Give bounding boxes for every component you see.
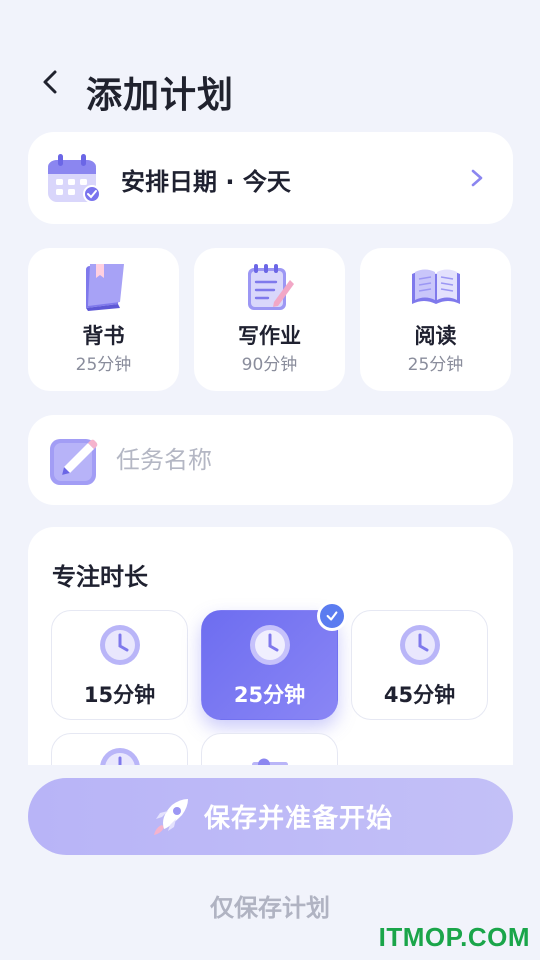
save-plan-only-link[interactable]: 仅保存计划 bbox=[0, 888, 540, 923]
section-title: 专注时长 bbox=[52, 563, 148, 591]
book-icon bbox=[85, 264, 124, 311]
calendar-icon bbox=[48, 154, 101, 203]
duration-option-25[interactable]: 25分钟 bbox=[201, 601, 347, 720]
date-selector[interactable]: 安排日期 · 今天 bbox=[28, 132, 513, 224]
edit-icon bbox=[50, 439, 98, 485]
template-duration: 25分钟 bbox=[407, 355, 464, 375]
focus-duration-card: 专注时长 15分钟 25分钟 45分钟 bbox=[28, 527, 513, 787]
chevron-left-icon bbox=[43, 70, 57, 94]
task-name-card bbox=[28, 415, 513, 505]
template-duration: 25分钟 bbox=[75, 355, 132, 375]
template-name: 背书 bbox=[82, 324, 125, 348]
date-label: 安排日期 · 今天 bbox=[121, 168, 291, 196]
open-book-icon bbox=[411, 269, 460, 304]
task-name-input[interactable] bbox=[116, 439, 486, 481]
page-title: 添加计划 bbox=[86, 75, 235, 116]
template-name: 阅读 bbox=[414, 324, 457, 348]
watermark-text: ITMOP.COM bbox=[378, 922, 530, 952]
primary-button-label: 保存并准备开始 bbox=[203, 804, 393, 834]
duration-label: 45分钟 bbox=[383, 683, 456, 707]
rocket-icon bbox=[153, 798, 188, 835]
duration-option-45[interactable]: 45分钟 bbox=[351, 610, 488, 720]
template-duration: 90分钟 bbox=[241, 355, 298, 375]
clock-icon bbox=[99, 625, 140, 665]
template-name: 写作业 bbox=[238, 324, 301, 348]
clock-icon bbox=[399, 625, 440, 665]
duration-option-15[interactable]: 15分钟 bbox=[51, 610, 188, 720]
selected-check-icon bbox=[317, 601, 347, 631]
template-card-homework[interactable]: 写作业 90分钟 bbox=[194, 248, 345, 391]
save-and-start-button[interactable]: 保存并准备开始 bbox=[28, 778, 513, 855]
notepad-icon bbox=[247, 264, 294, 310]
duration-label: 25分钟 bbox=[233, 683, 306, 707]
template-card-memorize[interactable]: 背书 25分钟 bbox=[28, 248, 179, 391]
template-card-reading[interactable]: 阅读 25分钟 bbox=[360, 248, 511, 391]
chevron-right-icon bbox=[471, 169, 483, 187]
duration-label: 15分钟 bbox=[83, 683, 156, 707]
clock-icon bbox=[249, 625, 290, 665]
back-button[interactable] bbox=[34, 64, 66, 100]
header: 添加计划 bbox=[0, 60, 540, 120]
